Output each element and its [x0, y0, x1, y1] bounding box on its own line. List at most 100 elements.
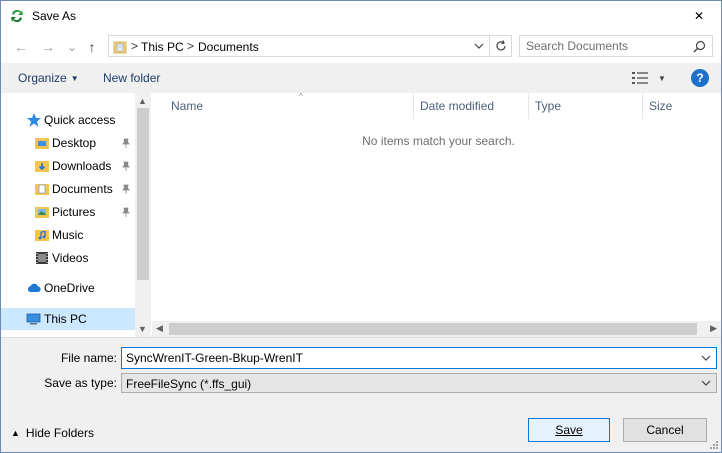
- sidebar-item-label: Videos: [52, 251, 89, 265]
- close-button[interactable]: ✕: [677, 1, 721, 31]
- resize-grip-icon[interactable]: [709, 440, 719, 450]
- downloads-folder-icon: [35, 161, 49, 172]
- sidebar-item-onedrive[interactable]: OneDrive: [1, 277, 135, 299]
- save-as-type-label: Save as type:: [44, 376, 117, 390]
- cloud-icon: [27, 283, 41, 292]
- documents-location-icon: [113, 41, 127, 54]
- search-box[interactable]: [519, 35, 713, 57]
- title-bar: Save As ✕: [1, 1, 721, 31]
- details-view-icon: [632, 72, 648, 84]
- desktop-folder-icon: [35, 138, 49, 149]
- organize-label: Organize: [18, 71, 67, 85]
- file-list-horizontal-scrollbar[interactable]: ◀ ▶: [152, 321, 721, 337]
- breadcrumb-documents[interactable]: Documents: [198, 40, 259, 54]
- pin-icon: [122, 184, 130, 194]
- navigation-pane-scrollbar[interactable]: ▲ ▼: [135, 93, 151, 337]
- chevron-down-icon[interactable]: [473, 40, 485, 52]
- sidebar-item-label: Quick access: [44, 113, 116, 127]
- scrollbar-thumb[interactable]: [137, 108, 149, 280]
- pictures-folder-icon: [35, 207, 49, 218]
- column-header-size[interactable]: Size: [643, 93, 719, 119]
- column-header-label: Type: [535, 99, 562, 113]
- sidebar-item-desktop[interactable]: Desktop: [1, 132, 135, 154]
- empty-list-message: No items match your search.: [362, 134, 515, 148]
- sidebar-item-quick-access[interactable]: Quick access: [1, 109, 135, 131]
- chevron-up-icon: ▲: [11, 428, 20, 438]
- file-list: Name ^ Date modified Type Size No items …: [152, 92, 721, 337]
- address-bar[interactable]: > This PC > Documents: [108, 35, 490, 57]
- chevron-left-icon[interactable]: ◀: [156, 323, 163, 334]
- column-header-label: Date modified: [420, 99, 495, 113]
- column-header-name[interactable]: Name ^: [165, 92, 414, 119]
- sidebar-item-label: This PC: [44, 312, 87, 326]
- music-folder-icon: [35, 230, 49, 241]
- new-folder-button[interactable]: New folder: [103, 71, 160, 85]
- hide-folders-button[interactable]: ▲ Hide Folders: [11, 426, 94, 440]
- sort-ascending-icon: ^: [299, 92, 303, 101]
- forward-arrow-icon: →: [41, 39, 55, 55]
- scrollbar-thumb[interactable]: [169, 323, 697, 335]
- column-header-label: Name: [171, 99, 204, 113]
- pin-icon: [122, 138, 130, 148]
- file-name-label: File name:: [60, 351, 117, 365]
- change-view-button[interactable]: ▼: [632, 70, 666, 86]
- videos-folder-icon: [36, 252, 48, 264]
- computer-icon: [26, 313, 41, 325]
- star-icon: [27, 113, 41, 127]
- back-arrow-icon: ←: [14, 39, 28, 55]
- chevron-right-icon[interactable]: ▶: [710, 323, 717, 334]
- up-button[interactable]: ↑: [82, 38, 102, 56]
- sidebar-item-downloads[interactable]: Downloads: [1, 155, 135, 177]
- hide-folders-label: Hide Folders: [25, 426, 94, 440]
- command-bar: Organize ▼ New folder ▼ ?: [1, 63, 721, 93]
- pin-icon: [122, 207, 130, 217]
- file-name-combobox[interactable]: [121, 347, 717, 369]
- close-icon: ✕: [693, 9, 705, 23]
- help-button[interactable]: ?: [691, 69, 709, 87]
- search-icon: [693, 40, 706, 53]
- breadcrumb-this-pc[interactable]: This PC: [141, 40, 184, 54]
- sidebar-item-pictures[interactable]: Pictures: [1, 201, 135, 223]
- sidebar-item-documents[interactable]: Documents: [1, 178, 135, 200]
- breadcrumb-separator: >: [131, 39, 139, 53]
- column-header-type[interactable]: Type: [529, 93, 643, 119]
- chevron-up-icon[interactable]: ▲: [138, 96, 147, 106]
- save-as-type-select[interactable]: FreeFileSync (*.ffs_gui): [121, 373, 717, 393]
- navigation-pane: Quick access Desktop Downloads Documents: [1, 93, 151, 337]
- sidebar-item-label: Downloads: [52, 159, 112, 173]
- sidebar-item-label: Desktop: [52, 136, 97, 150]
- refresh-icon: [495, 40, 506, 51]
- refresh-button[interactable]: [490, 35, 512, 57]
- recent-locations-button[interactable]: ⌄: [62, 38, 82, 56]
- chevron-down-icon: ⌄: [66, 40, 78, 54]
- sidebar-item-videos[interactable]: Videos: [1, 247, 135, 269]
- sidebar-item-label: Music: [52, 228, 84, 242]
- column-header-date-modified[interactable]: Date modified: [414, 93, 529, 119]
- chevron-down-icon[interactable]: [700, 352, 712, 364]
- save-button[interactable]: Save: [528, 418, 610, 442]
- navigation-bar: ← → ⌄ ↑ > This PC > Documents: [1, 31, 721, 63]
- cancel-button-label: Cancel: [646, 423, 684, 437]
- documents-folder-icon: [35, 184, 49, 195]
- chevron-down-icon[interactable]: ▼: [138, 324, 147, 334]
- file-name-input[interactable]: [126, 351, 686, 365]
- save-as-dialog: Save As ✕ ← → ⌄ ↑ > This PC > Documents …: [0, 0, 722, 453]
- caret-down-icon: ▼: [658, 73, 666, 83]
- cancel-button[interactable]: Cancel: [623, 418, 707, 442]
- search-input[interactable]: [526, 39, 686, 53]
- up-arrow-icon: ↑: [88, 39, 96, 55]
- sidebar-item-music[interactable]: Music: [1, 224, 135, 246]
- column-header-label: Size: [649, 99, 673, 113]
- pin-icon: [122, 161, 130, 171]
- caret-down-icon: ▼: [70, 74, 79, 84]
- forward-button[interactable]: →: [38, 38, 58, 56]
- freefilesync-app-icon: [11, 9, 23, 23]
- organize-menu[interactable]: Organize ▼: [18, 71, 79, 85]
- chevron-down-icon[interactable]: [700, 377, 712, 389]
- help-icon: ?: [696, 71, 704, 85]
- save-as-type-value: FreeFileSync (*.ffs_gui): [126, 377, 252, 391]
- sidebar-item-this-pc[interactable]: This PC: [1, 308, 135, 330]
- back-button[interactable]: ←: [11, 38, 31, 56]
- breadcrumb-separator: >: [187, 39, 195, 53]
- save-button-label: Save: [555, 423, 583, 437]
